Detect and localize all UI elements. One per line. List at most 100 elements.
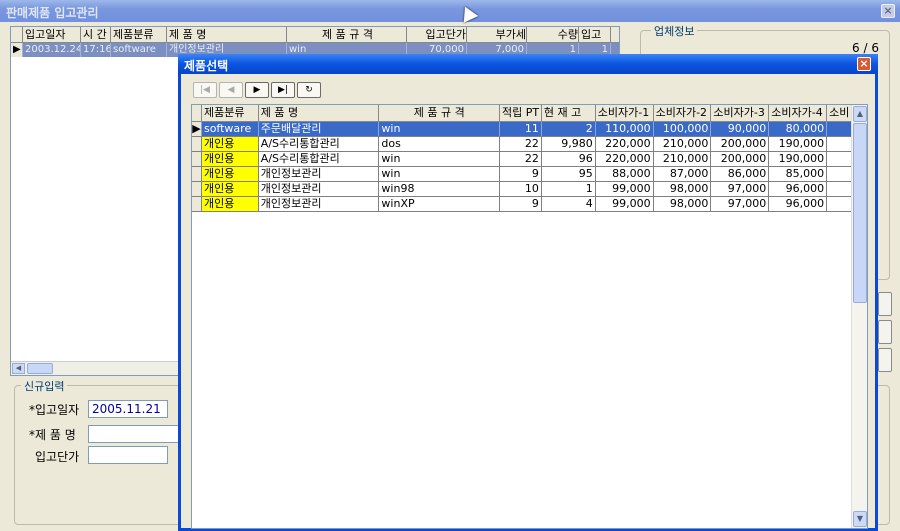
table-row[interactable]: 개인용개인정보관리win99588,00087,00086,00085,0008 [192, 167, 867, 182]
cell-price-3: 90,000 [711, 122, 770, 136]
new-entry-legend: 신규입력 [21, 378, 68, 394]
col-points[interactable]: 적립 PT [500, 105, 542, 121]
header-spec[interactable]: 제 품 규 격 [287, 27, 407, 42]
cell-price-2: 100,000 [653, 122, 712, 136]
col-price-4[interactable]: 소비자가-4 [769, 105, 828, 121]
col-price-2[interactable]: 소비자가-2 [654, 105, 712, 121]
dialog-title: 제품선택 [178, 54, 878, 74]
cell-product-name: 주문배달관리 [258, 122, 380, 136]
nav-last-button[interactable]: ▶| [271, 82, 295, 98]
date-field[interactable]: 2005.11.21 [88, 400, 168, 418]
product-grid-body: ▶ software 주문배달관리 win 11 2 110,000 100,000 90,00… [192, 122, 867, 212]
nav-first-button[interactable]: |◀ [193, 82, 217, 98]
side-button-3[interactable] [878, 348, 892, 372]
record-counter: 6 / 6 [852, 41, 879, 55]
nav-prev-button[interactable]: ◀ [219, 82, 243, 98]
header-qty[interactable]: 수량 [527, 27, 579, 42]
main-close-button[interactable]: × [881, 4, 895, 18]
vertical-scrollbar[interactable]: ▲ ▼ [851, 105, 867, 528]
cell-price-3: 97,000 [711, 182, 770, 196]
horizontal-scrollbar[interactable]: ◀ [11, 361, 179, 375]
cell-price-2: 98,000 [654, 197, 712, 211]
cell-price-1: 99,000 [596, 182, 654, 196]
scroll-down-icon[interactable]: ▼ [853, 511, 867, 527]
row-indicator [192, 197, 202, 211]
table-row[interactable]: 개인용 개인정보관리 winXP 9 4 99,000 98,000 97,000 96,000… [192, 197, 867, 212]
row-indicator-icon: ▶ [11, 43, 23, 57]
cell-product-name: A/S수리통합관리 [259, 152, 380, 166]
row-indicator [192, 167, 202, 181]
col-category[interactable]: 제품분류 [202, 105, 259, 121]
cell-price-4: 96,000 [769, 182, 828, 196]
header-time[interactable]: 시 간 [81, 27, 111, 42]
vendor-info-legend: 업체정보 [651, 23, 698, 39]
col-price-1[interactable]: 소비자가-1 [596, 105, 654, 121]
product-name-field[interactable] [88, 425, 188, 443]
cell-price-3: 97,000 [711, 197, 770, 211]
cell-price-2: 210,000 [654, 137, 712, 151]
nav-next-button[interactable]: ▶ [245, 82, 269, 98]
col-price-3[interactable]: 소비자가-3 [711, 105, 770, 121]
table-row[interactable]: 개인용 A/S수리통합관리 dos 22 9,980 220,000 210,000 200,… [192, 137, 867, 152]
cell-price-1: 220,000 [596, 152, 654, 166]
nav-refresh-button[interactable]: ↻ [297, 82, 321, 98]
cell-product-name: 개인정보관리 [259, 197, 380, 211]
header-product-name[interactable]: 제 품 명 [167, 27, 287, 42]
table-row[interactable]: ▶ software 주문배달관리 win 11 2 110,000 100,000 90,00… [192, 122, 867, 137]
date-label: *입고일자 [29, 403, 80, 417]
cell-product-name: A/S수리통합관리 [259, 137, 380, 151]
cell-stock: 1 [542, 182, 596, 196]
cell-price-3: 86,000 [711, 167, 770, 181]
main-window-title: 판매제품 입고관리 [0, 0, 900, 22]
record-navigator: |◀ ◀ ▶ ▶| ↻ [193, 82, 321, 98]
cell-stock: 95 [542, 167, 596, 181]
cell-points: 11 [500, 122, 542, 136]
cell-spec: win98 [379, 182, 501, 196]
scroll-left-icon[interactable]: ◀ [12, 363, 25, 374]
cell-price-2: 87,000 [654, 167, 712, 181]
cell-price-3: 200,000 [711, 137, 770, 151]
cell-spec: win [379, 167, 501, 181]
cell-price-1: 110,000 [595, 122, 654, 136]
cell-product-name: 개인정보관리 [259, 167, 380, 181]
cell-spec: dos [379, 137, 501, 151]
col-spec[interactable]: 제 품 규 격 [379, 105, 501, 121]
cell-spec: win [379, 122, 501, 136]
cell-stock: 4 [542, 197, 596, 211]
header-unit-price[interactable]: 입고단가 [407, 27, 467, 42]
side-button-2[interactable] [878, 320, 892, 344]
scroll-up-icon[interactable]: ▲ [853, 106, 867, 122]
cell-category: software [111, 43, 167, 57]
cell-points: 22 [500, 152, 542, 166]
cell-spec: winXP [379, 197, 501, 211]
stock-in-grid-header: 입고일자 시 간 제품분류 제 품 명 제 품 규 격 입고단가 부가세 수량 … [11, 27, 619, 43]
cell-date: 2003.12.24 [25, 43, 81, 57]
dialog-close-button[interactable]: × [857, 57, 871, 71]
cell-stock: 96 [542, 152, 596, 166]
row-indicator [192, 182, 202, 196]
header-stock-in[interactable]: 입고 [579, 27, 611, 42]
header-category[interactable]: 제품분류 [111, 27, 167, 42]
row-indicator [192, 152, 202, 166]
header-vat[interactable]: 부가세 [467, 27, 527, 42]
cell-category: 개인용 [201, 197, 259, 211]
side-button-1[interactable] [878, 292, 892, 316]
cell-price-1: 220,000 [596, 137, 654, 151]
col-stock[interactable]: 현 재 고 [542, 105, 596, 121]
product-grid[interactable]: 제품분류 제 품 명 제 품 규 격 적립 PT 현 재 고 소비자가-1 소비… [191, 104, 868, 529]
table-row[interactable]: 개인용 개인정보관리 win98 10 1 99,000 98,000 97,000 96,00… [192, 182, 867, 197]
col-product-name[interactable]: 제 품 명 [259, 105, 380, 121]
cell-category: 개인용 [201, 137, 259, 151]
unit-price-label: 입고단가 [35, 450, 80, 464]
table-row[interactable]: 개인용 A/S수리통합관리 win 22 96 220,000 210,000 200,000… [192, 152, 867, 167]
header-indicator [11, 27, 23, 42]
cell-price-4: 80,000 [769, 122, 828, 136]
row-indicator [192, 137, 202, 151]
cell-price-3: 200,000 [711, 152, 770, 166]
product-name-label: *제 품 명 [29, 428, 76, 442]
header-date[interactable]: 입고일자 [23, 27, 81, 42]
scroll-thumb[interactable] [27, 363, 53, 374]
cell-price-4: 190,000 [769, 137, 828, 151]
unit-price-field[interactable] [88, 446, 168, 464]
scroll-thumb[interactable] [853, 123, 867, 303]
